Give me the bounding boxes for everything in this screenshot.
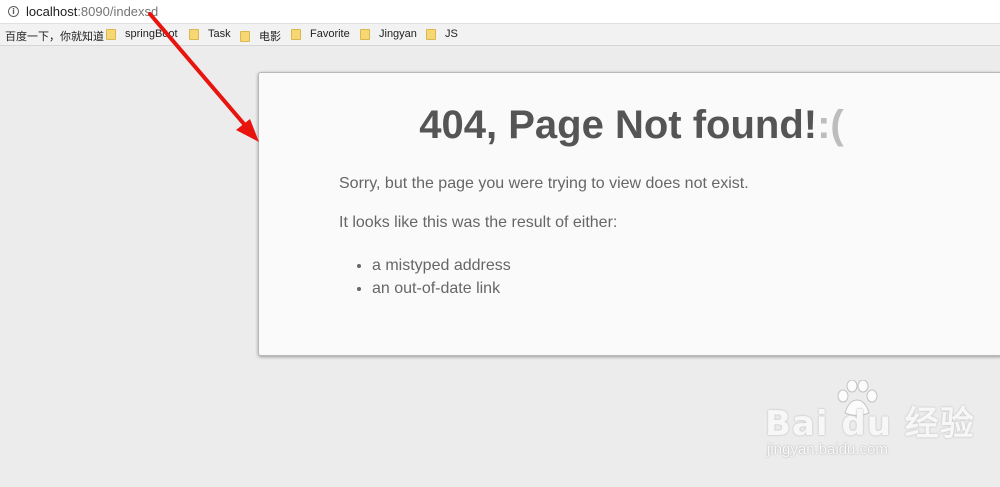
bookmark-label: Task bbox=[208, 28, 231, 40]
baidu-watermark: Bai du 经验 jingyan.baidu.com bbox=[765, 378, 995, 468]
bookmark-springboot[interactable]: springBoot bbox=[106, 28, 178, 40]
result-message: It looks like this was the result of eit… bbox=[339, 214, 618, 231]
bookmark-movies[interactable]: 电影 bbox=[240, 28, 281, 44]
folder-icon bbox=[106, 28, 116, 40]
error-heading: 404, Page Not found! bbox=[419, 103, 818, 147]
bookmark-jingyan[interactable]: Jingyan bbox=[360, 28, 417, 40]
bookmarks-bar: 百度一下，你就知道 springBoot Task 电影 Favorite Ji… bbox=[0, 24, 1000, 46]
watermark-url: jingyan.baidu.com bbox=[767, 441, 888, 458]
sorry-message: Sorry, but the page you were trying to v… bbox=[339, 175, 749, 192]
bookmark-label: 电影 bbox=[259, 31, 281, 43]
bookmark-favorite[interactable]: Favorite bbox=[291, 28, 350, 40]
bookmark-label: JS bbox=[445, 28, 458, 40]
url-host: localhost bbox=[26, 4, 78, 19]
bookmark-label: springBoot bbox=[125, 28, 178, 40]
bookmark-label: Jingyan bbox=[379, 28, 417, 40]
error-card: 404, Page Not found!:( Sorry, but the pa… bbox=[258, 72, 1000, 356]
sad-emoticon: :( bbox=[817, 103, 844, 147]
info-icon[interactable]: i bbox=[8, 6, 19, 17]
address-bar[interactable]: i localhost:8090/indexsd bbox=[0, 0, 1000, 24]
page-title: 404, Page Not found!:( bbox=[259, 103, 1000, 148]
list-item: an out-of-date link bbox=[372, 277, 511, 300]
bookmark-label: 百度一下，你就知道 bbox=[5, 31, 104, 43]
folder-icon bbox=[189, 28, 199, 40]
bookmark-js[interactable]: JS bbox=[426, 28, 458, 40]
url-path: :8090/indexsd bbox=[77, 4, 159, 19]
folder-icon bbox=[291, 28, 301, 40]
bookmark-label: Favorite bbox=[310, 28, 350, 40]
folder-icon bbox=[240, 30, 250, 42]
list-item: a mistyped address bbox=[372, 254, 511, 277]
bookmark-baidu[interactable]: 百度一下，你就知道 bbox=[5, 28, 104, 44]
reason-list: a mistyped address an out-of-date link bbox=[356, 254, 511, 300]
bookmark-task[interactable]: Task bbox=[189, 28, 231, 40]
watermark-logo-text: Bai du 经验 bbox=[765, 404, 975, 444]
folder-icon bbox=[426, 28, 436, 40]
url-text[interactable]: localhost:8090/indexsd bbox=[26, 4, 158, 19]
folder-icon bbox=[360, 28, 370, 40]
